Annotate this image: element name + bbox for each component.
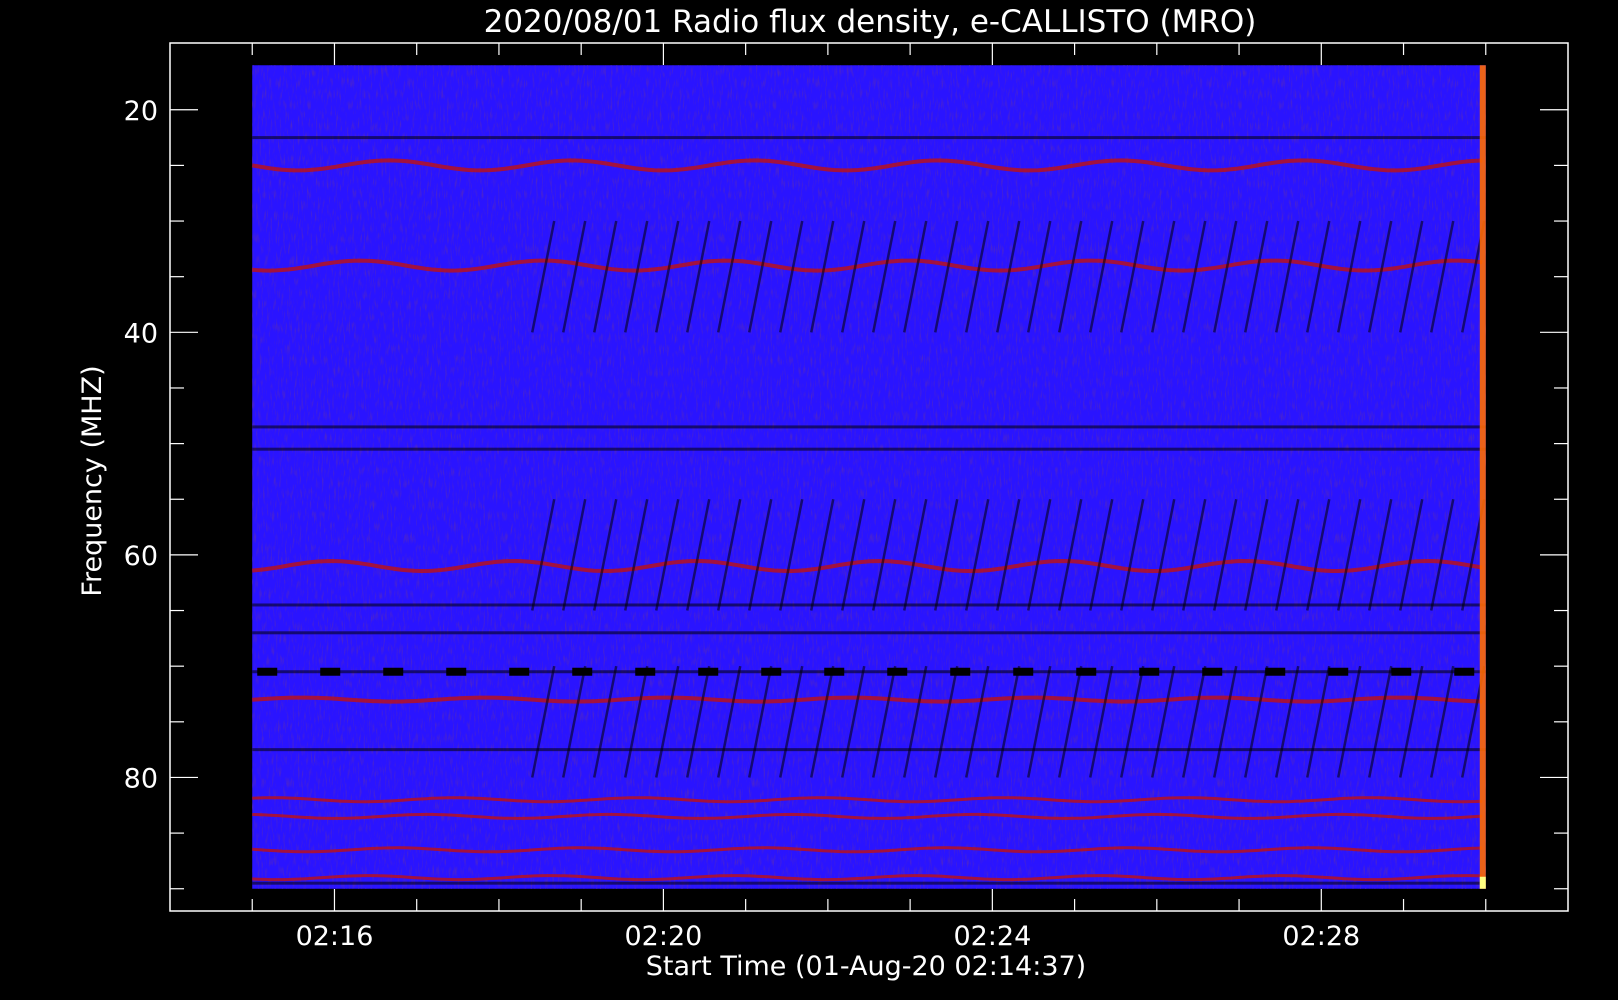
y-tick-labels: 20 40 60 80 — [124, 96, 158, 795]
dark-dash — [887, 667, 908, 676]
dark-band — [252, 425, 1486, 429]
dark-dash — [698, 667, 719, 676]
x-tick-label: 02:16 — [296, 921, 374, 952]
x-axis-label: Start Time (01-Aug-20 02:14:37) — [646, 951, 1086, 982]
dark-dash — [1328, 667, 1349, 676]
spectrogram-noise — [252, 65, 1486, 889]
dark-dash — [950, 667, 971, 676]
dark-dash — [1139, 667, 1160, 676]
dark-band — [252, 670, 1486, 674]
y-tick-label: 80 — [124, 763, 158, 794]
y-tick-label: 40 — [124, 318, 158, 349]
edge-hotspot — [1479, 876, 1486, 889]
dark-dash — [1454, 667, 1475, 676]
dark-dash — [383, 667, 404, 676]
spectrogram-chart: 2020/08/01 Radio flux density, e-CALLIST… — [77, 4, 1569, 982]
dark-dash — [1391, 667, 1412, 676]
dark-band — [252, 748, 1486, 752]
dark-dash — [572, 667, 593, 676]
dark-band — [252, 447, 1486, 451]
y-tick-label: 20 — [124, 96, 158, 127]
dark-dash — [509, 667, 530, 676]
edge-column — [1479, 65, 1486, 889]
dark-dash — [1076, 667, 1097, 676]
chart-title: 2020/08/01 Radio flux density, e-CALLIST… — [484, 4, 1257, 40]
x-tick-labels: 02:16 02:20 02:24 02:28 — [296, 921, 1361, 952]
dark-band — [252, 603, 1486, 607]
dark-dash — [446, 667, 467, 676]
y-tick-label: 60 — [124, 541, 158, 572]
x-tick-label: 02:20 — [625, 921, 703, 952]
dark-band — [252, 881, 1486, 885]
dark-dash — [761, 667, 782, 676]
dark-dash — [824, 667, 845, 676]
x-tick-label: 02:28 — [1282, 921, 1360, 952]
dark-band — [252, 136, 1486, 140]
dark-dash — [1013, 667, 1034, 676]
dark-dash — [635, 667, 656, 676]
spectrogram-heatmap — [251, 65, 1486, 889]
x-tick-label: 02:24 — [953, 921, 1031, 952]
y-axis-label: Frequency (MHZ) — [77, 365, 108, 596]
dark-dash — [320, 667, 341, 676]
dark-band — [252, 631, 1486, 635]
dark-dash — [1265, 667, 1286, 676]
dark-dash — [1202, 667, 1223, 676]
dark-dash — [257, 667, 278, 676]
